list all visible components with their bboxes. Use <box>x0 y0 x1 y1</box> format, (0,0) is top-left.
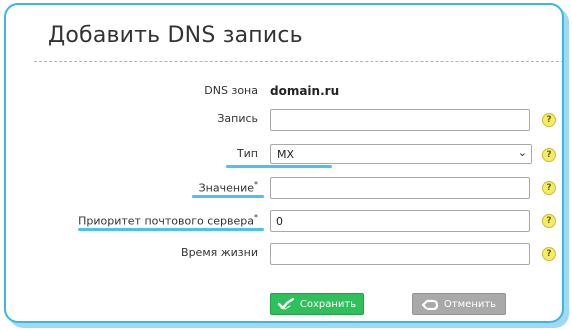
row-record: Запись ? <box>6 109 562 131</box>
type-highlight-underline <box>226 165 332 168</box>
row-dns-zone: DNS зона domain.ru <box>6 81 562 103</box>
check-icon <box>277 298 294 310</box>
priority-highlight-underline <box>78 228 264 231</box>
save-button[interactable]: Сохранить <box>270 293 364 315</box>
record-input[interactable] <box>270 109 530 131</box>
value-input[interactable] <box>270 177 530 199</box>
value-help-icon[interactable]: ? <box>542 181 556 195</box>
row-value: Значение* ? <box>6 177 562 199</box>
priority-help-icon[interactable]: ? <box>542 214 556 228</box>
value-highlight-underline <box>192 195 264 198</box>
record-help-icon[interactable]: ? <box>542 113 556 127</box>
chevron-down-icon: ⌄ <box>517 146 527 159</box>
row-type: Тип MX ⌄ ? <box>6 144 562 166</box>
record-label: Запись <box>217 112 258 125</box>
cancel-button[interactable]: Отменить <box>412 293 506 315</box>
ttl-help-icon[interactable]: ? <box>542 247 556 261</box>
row-ttl: Время жизни ? <box>6 243 562 265</box>
type-select-value: MX <box>277 148 295 161</box>
value-label: Значение* <box>198 180 258 195</box>
type-help-icon[interactable]: ? <box>542 148 556 162</box>
priority-input[interactable] <box>270 210 530 232</box>
dialog-frame: Добавить DNS запись DNS зона domain.ru З… <box>4 3 564 323</box>
cancel-button-label: Отменить <box>443 298 497 310</box>
save-button-label: Сохранить <box>299 298 357 310</box>
ttl-label: Время жизни <box>181 246 258 259</box>
dns-zone-value: domain.ru <box>270 84 340 98</box>
title-divider <box>34 61 562 62</box>
type-select[interactable]: MX ⌄ <box>270 144 532 164</box>
page-title: Добавить DNS запись <box>48 23 303 48</box>
type-label: Тип <box>236 147 258 160</box>
priority-label: Приоритет почтового сервера* <box>78 213 258 228</box>
cancel-icon <box>421 298 438 310</box>
ttl-input[interactable] <box>270 243 530 265</box>
dns-zone-label: DNS зона <box>204 84 258 97</box>
